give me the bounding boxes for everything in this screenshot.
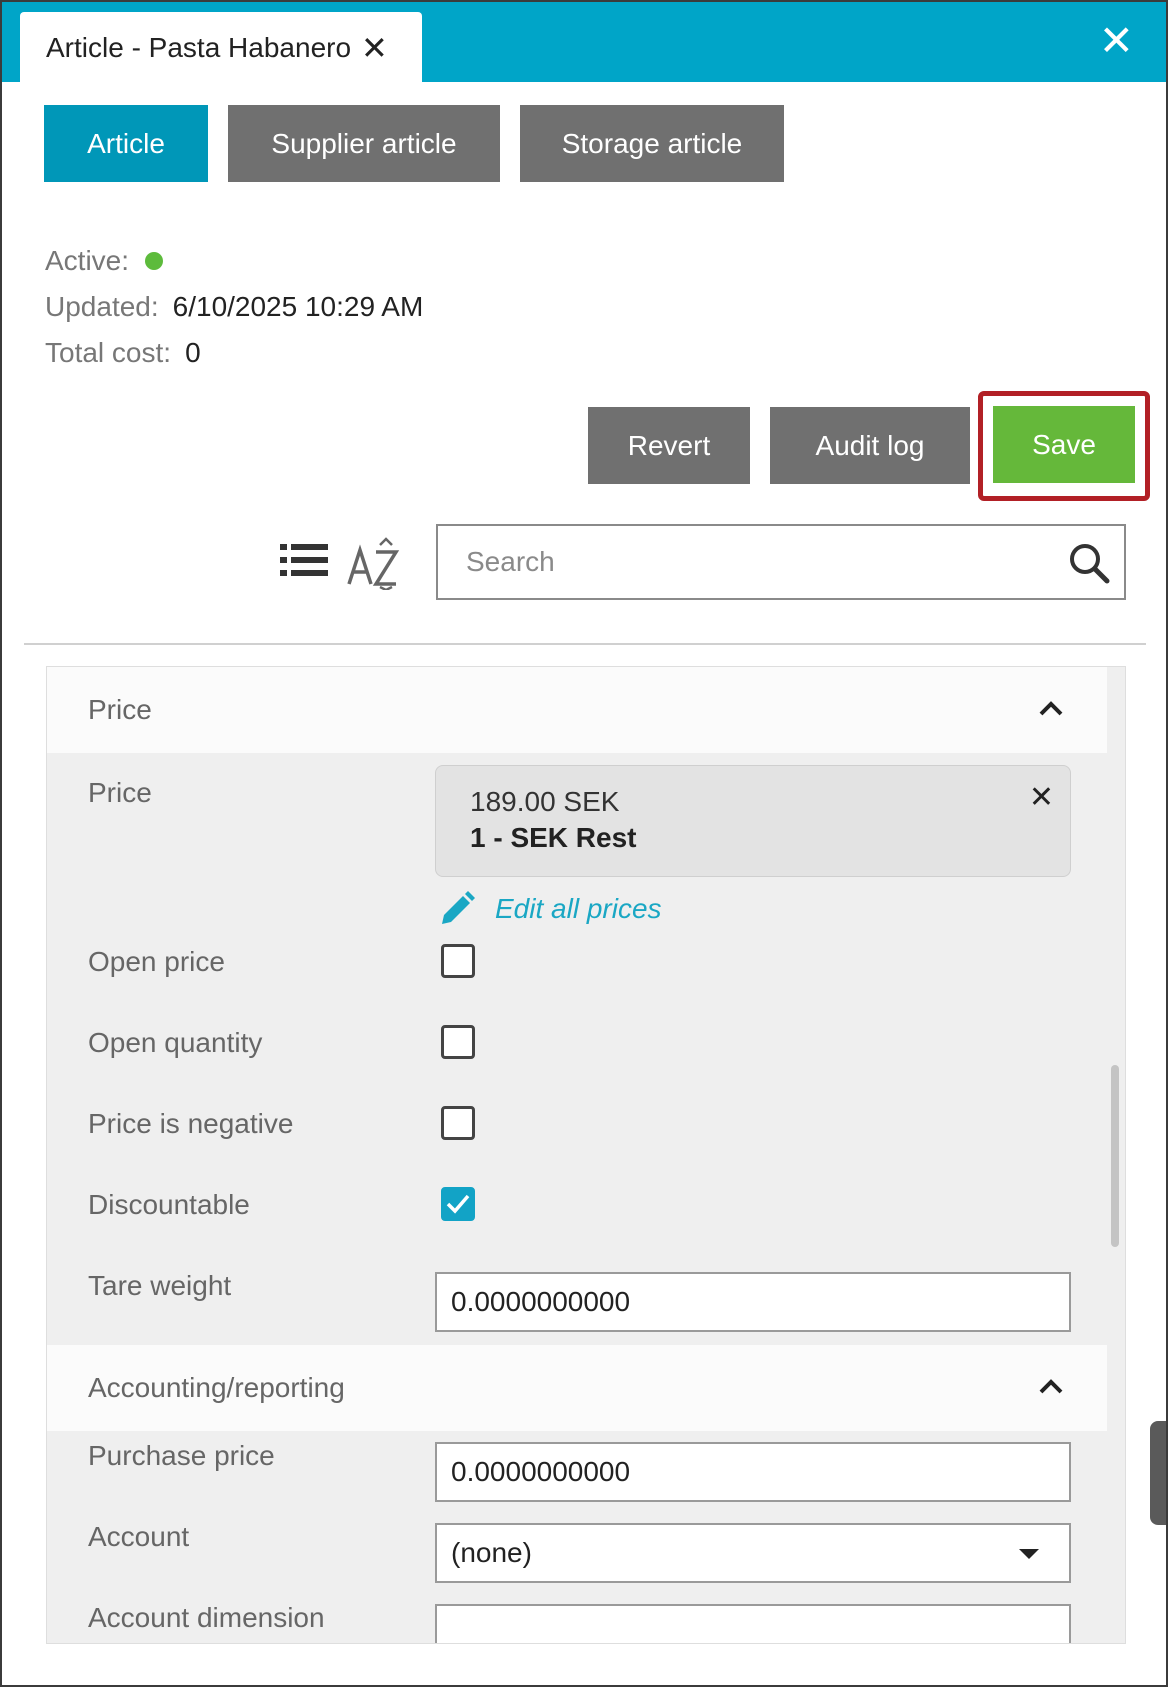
window-close-icon[interactable]: ✕ xyxy=(1099,20,1134,62)
chevron-up-icon[interactable] xyxy=(1037,1375,1065,1397)
edit-all-prices-link[interactable]: Edit all prices xyxy=(439,891,662,927)
updated-row: Updated: 6/10/2025 10:29 AM xyxy=(45,284,423,330)
price-label: Price xyxy=(88,777,152,808)
active-row: Active: xyxy=(45,238,423,284)
tare-weight-field[interactable]: 0.0000000000 xyxy=(435,1272,1071,1332)
document-tab[interactable]: Article - Pasta Habanero ✕ xyxy=(20,12,422,84)
open-price-label: Open price xyxy=(88,946,225,977)
sort-az-icon[interactable] xyxy=(346,536,400,590)
active-label: Active: xyxy=(45,245,130,276)
accounting-section-title: Accounting/reporting xyxy=(88,1372,345,1403)
save-button[interactable]: Save xyxy=(993,406,1135,483)
tare-weight-label: Tare weight xyxy=(88,1270,232,1301)
revert-button[interactable]: Revert xyxy=(588,407,750,484)
price-is-negative-label: Price is negative xyxy=(88,1108,294,1139)
scrollbar-thumb[interactable] xyxy=(1111,1065,1119,1247)
updated-value: 6/10/2025 10:29 AM xyxy=(172,291,424,322)
edit-all-prices-label: Edit all prices xyxy=(495,893,662,924)
price-section-title: Price xyxy=(88,694,152,725)
price-is-negative-checkbox[interactable] xyxy=(441,1106,475,1140)
pencil-icon xyxy=(442,891,475,924)
search-icon[interactable] xyxy=(1068,542,1110,584)
properties-panel: Price Price 189.00 SEK 1 - SEK Rest ✕ Ed… xyxy=(46,666,1126,1644)
account-dimension-label: Account dimension xyxy=(88,1602,325,1633)
remove-price-icon[interactable]: ✕ xyxy=(1029,780,1054,815)
open-price-checkbox[interactable] xyxy=(441,944,475,978)
total-cost-label: Total cost: xyxy=(45,337,172,368)
checkmark-icon xyxy=(446,1194,470,1214)
total-cost-row: Total cost: 0 xyxy=(45,330,423,376)
purchase-price-label: Purchase price xyxy=(88,1440,275,1471)
active-status-dot xyxy=(145,252,164,270)
total-cost-value: 0 xyxy=(185,337,201,368)
price-card[interactable]: 189.00 SEK 1 - SEK Rest ✕ xyxy=(435,765,1071,877)
open-quantity-checkbox[interactable] xyxy=(441,1025,475,1059)
price-amount: 189.00 SEK xyxy=(470,786,620,817)
account-dimension-field[interactable] xyxy=(435,1604,1071,1643)
search-box xyxy=(436,524,1126,600)
list-icon[interactable] xyxy=(280,542,330,578)
tab-storage-article[interactable]: Storage article xyxy=(520,105,784,182)
account-select[interactable]: (none) xyxy=(435,1523,1071,1583)
search-input[interactable] xyxy=(438,526,1038,598)
tab-article[interactable]: Article xyxy=(44,105,208,182)
account-value: (none) xyxy=(451,1537,532,1568)
discountable-label: Discountable xyxy=(88,1189,250,1220)
title-bar: Article - Pasta Habanero ✕ ✕ xyxy=(2,2,1166,84)
chevron-up-icon[interactable] xyxy=(1037,697,1065,719)
side-panel-handle[interactable] xyxy=(1150,1421,1166,1525)
document-tab-title: Article - Pasta Habanero xyxy=(46,32,352,63)
divider xyxy=(24,643,1146,645)
account-label: Account xyxy=(88,1521,190,1552)
article-tabs: Article Supplier article Storage article xyxy=(44,105,784,182)
tab-supplier-article[interactable]: Supplier article xyxy=(228,105,500,182)
article-dialog: Article - Pasta Habanero ✕ ✕ Article Sup… xyxy=(0,0,1168,1687)
audit-log-button[interactable]: Audit log xyxy=(770,407,970,484)
save-highlight: Save xyxy=(978,391,1150,501)
action-buttons: Revert Audit log Save xyxy=(588,391,1150,501)
open-quantity-label: Open quantity xyxy=(88,1027,263,1058)
discountable-checkbox[interactable] xyxy=(441,1187,475,1221)
article-info: Active: Updated: 6/10/2025 10:29 AM Tota… xyxy=(45,238,423,376)
tab-close-icon[interactable]: ✕ xyxy=(361,32,388,64)
accounting-section-header[interactable]: Accounting/reporting xyxy=(47,1345,1107,1431)
dropdown-caret-icon xyxy=(1019,1549,1039,1559)
price-section-header[interactable]: Price xyxy=(47,667,1107,753)
price-level: 1 - SEK Rest xyxy=(470,822,637,853)
purchase-price-field[interactable]: 0.0000000000 xyxy=(435,1442,1071,1502)
updated-label: Updated: xyxy=(45,291,159,322)
